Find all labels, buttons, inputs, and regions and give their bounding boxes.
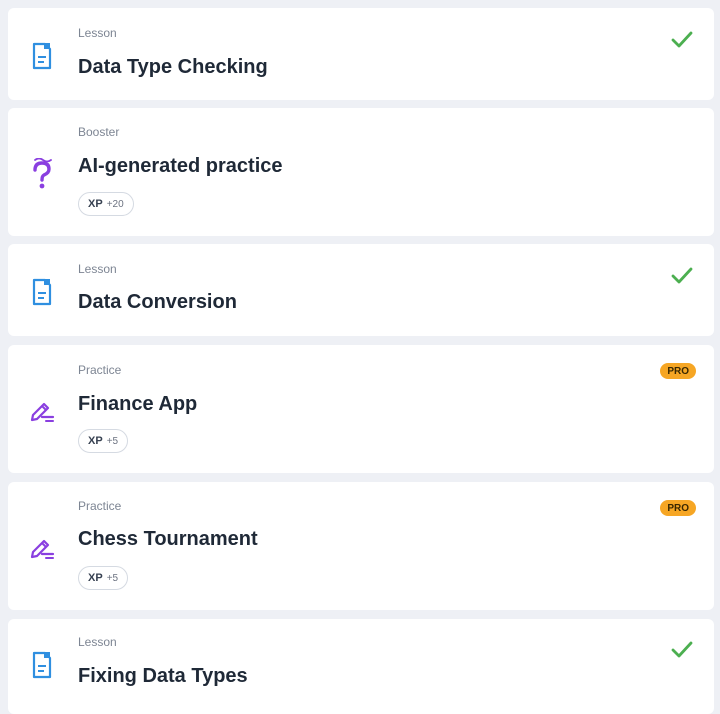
xp-badge: XP +5 (78, 429, 129, 453)
check-icon (671, 641, 693, 658)
item-kind: Booster (78, 125, 120, 139)
xp-label: XP (88, 572, 103, 584)
check-icon (671, 267, 693, 284)
pro-badge: PRO (660, 500, 696, 516)
xp-label: XP (88, 198, 103, 210)
item-kind: Lesson (78, 635, 117, 649)
item-title: Finance App (78, 393, 198, 415)
item-title: Data Type Checking (78, 56, 268, 78)
item-title: Fixing Data Types (78, 665, 248, 687)
pro-badge: PRO (660, 363, 696, 379)
list-item-finance-app[interactable]: Practice Finance App PRO XP +5 (8, 345, 714, 473)
item-kind: Lesson (78, 26, 117, 40)
list-item-data-type-checking[interactable]: Lesson Data Type Checking (8, 8, 714, 100)
xp-value: +5 (106, 435, 119, 447)
check-icon (671, 31, 693, 48)
item-title: Data Conversion (78, 291, 237, 313)
list-item-data-conversion[interactable]: Lesson Data Conversion (8, 244, 714, 336)
item-kind: Practice (78, 363, 122, 377)
list-item-ai-generated-practice[interactable]: Booster AI-generated practice XP +20 (8, 108, 714, 236)
item-kind: Practice (78, 499, 122, 513)
list-item-chess-tournament[interactable]: Practice Chess Tournament PRO XP +5 (8, 482, 714, 610)
xp-value: +20 (106, 198, 124, 210)
item-title: Chess Tournament (78, 528, 258, 550)
pencil-icon (28, 530, 56, 562)
xp-value: +5 (106, 572, 119, 584)
document-icon (28, 40, 56, 72)
question-icon (28, 158, 56, 190)
item-kind: Lesson (78, 262, 117, 276)
xp-label: XP (88, 435, 103, 447)
document-icon (28, 276, 56, 308)
xp-badge: XP +5 (78, 566, 129, 590)
item-title: AI-generated practice (78, 155, 283, 177)
document-icon (28, 649, 56, 681)
pencil-icon (28, 393, 56, 425)
lesson-list: Lesson Data Type Checking Booster AI-gen… (0, 0, 720, 714)
xp-badge: XP +20 (78, 192, 134, 216)
list-item-fixing-data-types[interactable]: Lesson Fixing Data Types (8, 619, 714, 714)
